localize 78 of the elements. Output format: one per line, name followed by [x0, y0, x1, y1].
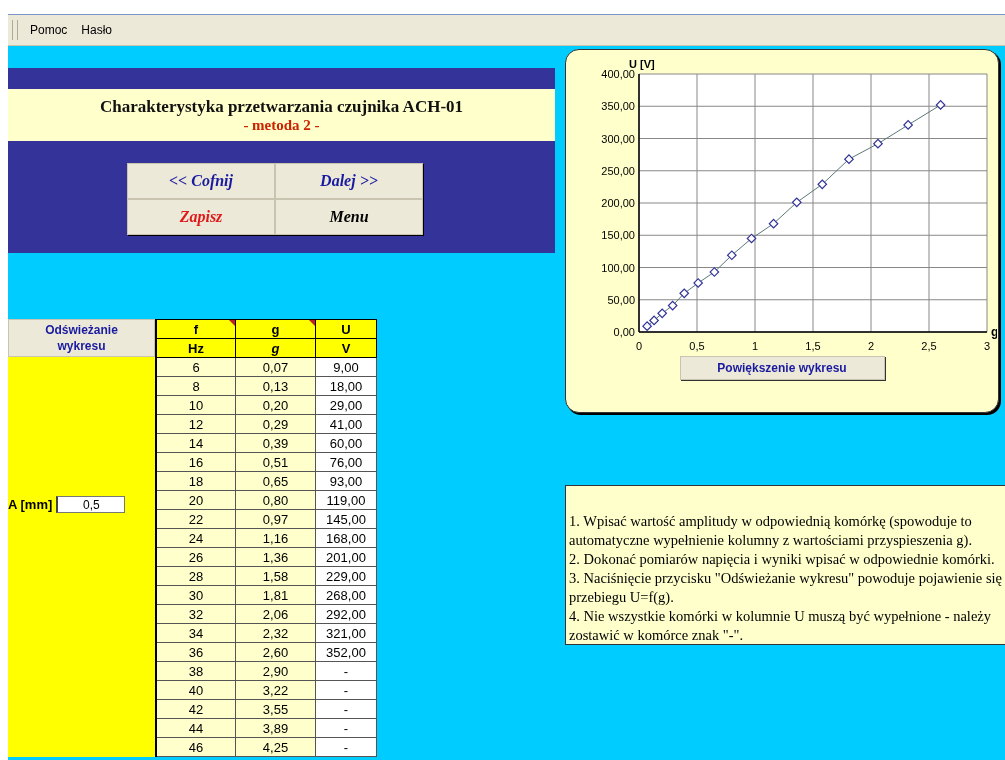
data-point	[649, 315, 660, 326]
y-tick-label: 350,00	[601, 100, 635, 113]
table-cell: 26	[156, 547, 236, 567]
data-point	[657, 308, 668, 319]
y-tick-label: 250,00	[601, 164, 635, 177]
x-tick-label: 0,5	[689, 340, 705, 352]
nav-button[interactable]: Zapisz	[127, 199, 275, 235]
page-subtitle: - metoda 2 -	[243, 116, 320, 134]
page-title: Charakterystyka przetwarzania czujnika ACH-01	[99, 96, 464, 117]
data-point	[726, 250, 737, 261]
refresh-chart-button[interactable]: Odświeżanie wykresu	[8, 319, 155, 357]
data-point	[817, 179, 828, 190]
nav-button[interactable]: Menu	[275, 199, 423, 235]
data-point	[903, 119, 914, 131]
data-point	[768, 218, 779, 229]
instruction-text: 3. Naciśnięcie przycisku "Odświeżanie wykresu" powoduje pojawienie się przebiegu U=f(g).	[569, 569, 1003, 607]
data-point	[746, 233, 757, 244]
y-tick-label: 100,00	[601, 261, 635, 274]
table-cell: 10	[156, 395, 236, 415]
column-header: f	[156, 319, 236, 339]
table-cell: 36	[156, 642, 236, 662]
instruction-text: 4. Nie wszystkie komórki w kolumnie U muszą być wypełnione - należy zostawić w komórce znak "-".	[569, 607, 992, 645]
table-cell: 6	[156, 357, 236, 377]
data-point	[667, 300, 678, 311]
table-cell: 22	[156, 509, 236, 529]
table-cell: 30	[156, 585, 236, 605]
table-cell: 40	[156, 680, 236, 700]
table-cell: 46	[156, 737, 236, 757]
y-axis-label: U [V]	[629, 58, 655, 70]
unit-header: Hz	[156, 338, 236, 358]
table-cell: 28	[156, 566, 236, 586]
column-header: g	[235, 319, 316, 339]
table-cell: 8	[156, 376, 236, 396]
comment-marker-icon	[309, 320, 315, 326]
toolbar-grip-icon	[12, 20, 18, 40]
data-point	[843, 154, 855, 165]
x-tick-label: 0	[635, 340, 643, 352]
x-tick-label: 1	[751, 340, 759, 352]
x-axis-label: g	[991, 325, 997, 339]
instruction-text: 2. Dokonać pomiarów napięcia i wyniki wpisać w odpowiednie komórki.	[569, 550, 996, 569]
amplitude-label: A [mm]	[8, 497, 53, 512]
nav-button[interactable]: << Cofnij	[127, 163, 275, 199]
data-point	[679, 288, 690, 299]
y-tick-label: 300,00	[601, 132, 635, 145]
menu-item[interactable]: Pomoc	[28, 21, 70, 39]
table-cell: 20	[156, 490, 236, 510]
data-point	[872, 138, 884, 149]
menu-item[interactable]: Hasło	[79, 21, 115, 39]
y-tick-label: 150,00	[601, 229, 635, 242]
amplitude-field[interactable]: 0,5	[56, 496, 126, 513]
table-cell: 16	[156, 452, 236, 472]
table-cell: 38	[156, 661, 236, 681]
table-cell: 34	[156, 623, 236, 643]
table-cell: 42	[156, 699, 236, 719]
column-header: U	[315, 319, 377, 339]
data-point	[935, 99, 946, 111]
y-tick-label: 50,00	[607, 293, 635, 306]
table-cell: 44	[156, 718, 236, 738]
table-cell: 18	[156, 471, 236, 491]
data-point	[642, 321, 653, 332]
data-point	[709, 266, 720, 278]
y-tick-label: 200,00	[601, 197, 635, 209]
y-tick-label: 0,00	[613, 326, 635, 338]
table-cell: 12	[156, 414, 236, 434]
table-cell: 14	[156, 433, 236, 453]
instruction-text: 1. Wpisać wartość amplitudy w odpowiednią komórkę (spowoduje to automatyczne wypełnienie kolumny z wartościami przyspieszenia g).	[569, 512, 974, 550]
y-tick-label: 400,00	[601, 68, 635, 80]
x-tick-label: 2,5	[921, 340, 937, 352]
data-point	[791, 197, 802, 208]
x-tick-label: 2	[867, 340, 875, 352]
table-cell: 32	[156, 604, 236, 624]
nav-button[interactable]: Dalej >>	[275, 163, 423, 199]
zoom-chart-button[interactable]: Powiększenie wykresu	[679, 356, 885, 380]
table-cell: 24	[156, 528, 236, 548]
comment-marker-icon	[229, 320, 235, 326]
data-point	[693, 277, 704, 289]
x-tick-label: 3	[983, 340, 991, 352]
x-tick-label: 1,5	[805, 340, 821, 352]
